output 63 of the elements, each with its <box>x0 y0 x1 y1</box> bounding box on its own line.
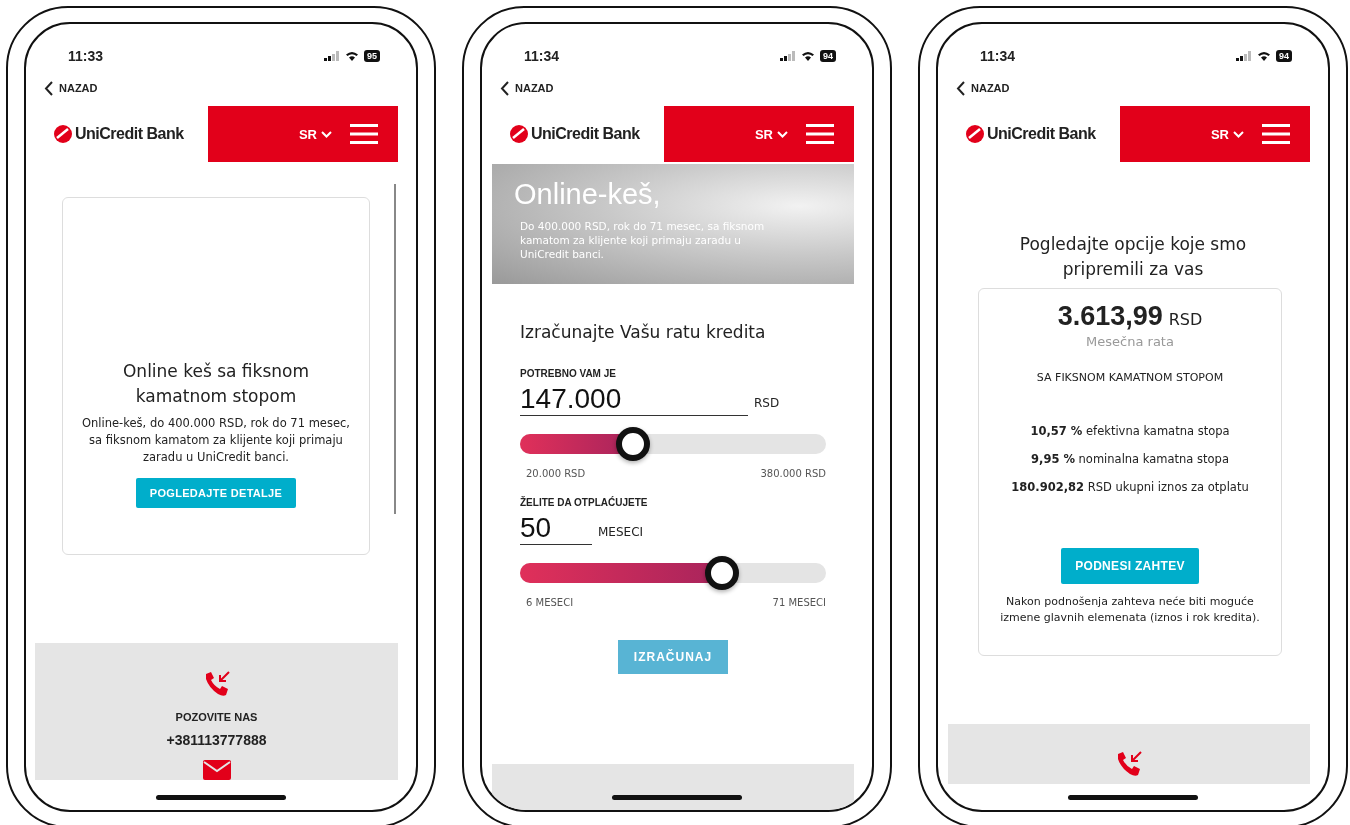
call-label: POZOVITE NAS <box>175 711 258 723</box>
phone-number[interactable]: +381113777888 <box>166 732 267 748</box>
back-chevron-icon[interactable] <box>956 80 965 96</box>
back-link[interactable]: NAZAD <box>59 82 98 94</box>
mail-icon[interactable] <box>202 760 231 780</box>
calculator-heading: Izračunajte Vašu ratu kredita <box>520 322 767 342</box>
language-selector[interactable]: SR <box>1210 126 1244 142</box>
language-selector[interactable]: SR <box>298 126 332 142</box>
logo-icon <box>966 125 984 143</box>
menu-icon[interactable] <box>350 124 378 144</box>
slider-min-label: 6 MESECI <box>526 597 574 608</box>
submit-note: Nakon podnošenja zahteva neće biti moguće izmene glavnih elemenata (iznos i rok kredita). <box>999 594 1261 626</box>
value-field[interactable]: 50 <box>520 512 592 545</box>
chevron-down-icon[interactable] <box>321 130 332 138</box>
chevron-down-icon[interactable] <box>1233 130 1244 138</box>
back-link[interactable]: NAZAD <box>515 82 554 94</box>
rate-type: SA FIKSNOM KAMATNOM STOPOM <box>1036 371 1224 384</box>
back-link[interactable]: NAZAD <box>971 82 1010 94</box>
status-time: 11:34 <box>980 48 1016 64</box>
monthly-amount: 3.613,99 <box>1057 301 1163 332</box>
slider-min-label: 20.000 RSD <box>526 468 586 479</box>
currency-label: RSD <box>1168 310 1203 329</box>
menu-icon[interactable] <box>1262 124 1290 144</box>
offer-description: Online-keš, do 400.000 RSD, rok do 71 mesec, sa fiksnom kamatom za klijente koji primaju zaradu u UniCredit banci. <box>81 415 351 466</box>
scrollbar[interactable] <box>394 184 396 514</box>
unit-label: RSD <box>754 396 780 410</box>
hero-title: Online-keš, <box>514 178 662 211</box>
chevron-down-icon[interactable] <box>777 130 788 138</box>
wifi-icon <box>345 51 359 61</box>
slider-thumb[interactable] <box>616 427 651 461</box>
logo-icon <box>54 125 72 143</box>
options-heading: Pogledajte opcije koje smo pripremili za vas <box>1018 233 1248 281</box>
menu-icon[interactable] <box>806 124 834 144</box>
unit-label: MESECI <box>598 525 644 539</box>
logo-icon <box>510 125 528 143</box>
value-field[interactable]: 147.000 <box>520 383 748 416</box>
wifi-icon <box>1257 51 1271 61</box>
slider-thumb[interactable] <box>704 556 739 590</box>
battery-percentage: 94 <box>820 50 836 62</box>
signal-icon <box>780 51 796 61</box>
brand-name: UniCredit Bank <box>531 125 640 143</box>
loan-stat: 10,57 % efektivna kamatna stopa <box>1029 424 1231 438</box>
brand-name: UniCredit Bank <box>987 125 1096 143</box>
amount-caption: Mesečna rata <box>1086 334 1174 349</box>
battery-percentage: 95 <box>364 50 380 62</box>
back-chevron-icon[interactable] <box>44 80 53 96</box>
language-selector[interactable]: SR <box>754 126 788 142</box>
loan-stat: 9,95 % nominalna kamatna stopa <box>1030 452 1230 466</box>
offer-title: Online keš sa fiksnom kamatnom stopom <box>122 360 310 408</box>
battery-percentage: 94 <box>1276 50 1292 62</box>
status-time: 11:34 <box>524 48 560 64</box>
wifi-icon <box>801 51 815 61</box>
field-label: ŽELITE DA OTPLAĆUJETE <box>520 497 649 508</box>
incoming-call-icon <box>1115 750 1143 778</box>
back-chevron-icon[interactable] <box>500 80 509 96</box>
slider-max-label: 380.000 RSD <box>760 468 826 479</box>
status-time: 11:33 <box>68 48 104 64</box>
signal-icon <box>1236 51 1252 61</box>
loan-stat: 180.902,82 RSD ukupni iznos za otplatu <box>1011 480 1249 494</box>
brand-name: UniCredit Bank <box>75 125 184 143</box>
signal-icon <box>324 51 340 61</box>
slider-max-label: 71 MESECI <box>772 597 826 608</box>
field-label: POTREBNO VAM JE <box>520 368 617 379</box>
